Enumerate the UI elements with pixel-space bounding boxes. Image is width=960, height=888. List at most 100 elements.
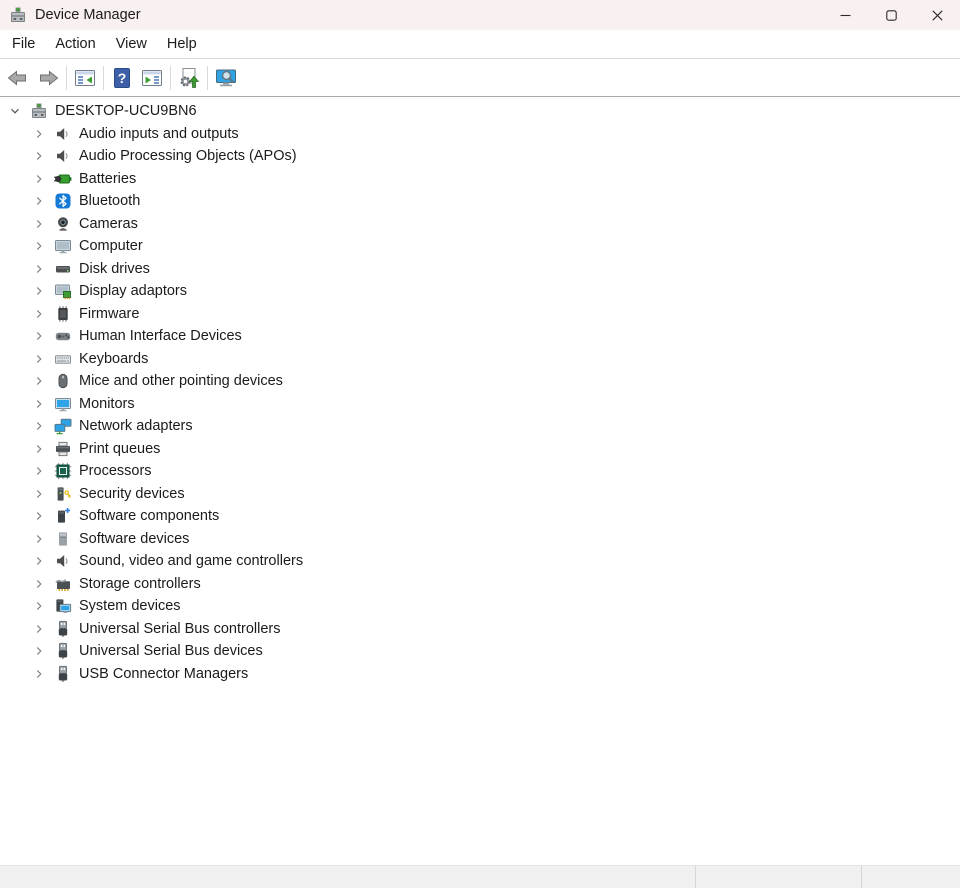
tree-item[interactable]: Storage controllers — [0, 573, 960, 596]
chevron-right-icon[interactable] — [31, 126, 47, 142]
tree-item[interactable]: Software devices — [0, 528, 960, 551]
tree-item[interactable]: Print queues — [0, 438, 960, 461]
chevron-right-icon[interactable] — [31, 666, 47, 682]
update-driver-button[interactable] — [174, 64, 204, 92]
chevron-right-icon[interactable] — [31, 148, 47, 164]
tree-item-label: Sound, video and game controllers — [79, 553, 303, 569]
chevron-right-icon[interactable] — [31, 373, 47, 389]
chevron-right-icon[interactable] — [31, 351, 47, 367]
tree-item[interactable]: System devices — [0, 595, 960, 618]
tree-item[interactable]: Audio Processing Objects (APOs) — [0, 145, 960, 168]
minimize-button[interactable] — [822, 0, 868, 30]
tree-item[interactable]: Mice and other pointing devices — [0, 370, 960, 393]
tree-item[interactable]: Firmware — [0, 303, 960, 326]
chevron-right-icon[interactable] — [31, 171, 47, 187]
tree-item-label: Audio Processing Objects (APOs) — [79, 148, 297, 164]
chevron-right-icon[interactable] — [31, 396, 47, 412]
chevron-right-icon[interactable] — [31, 441, 47, 457]
show-hide-console-tree-icon — [73, 66, 97, 90]
chevron-right-icon[interactable] — [31, 418, 47, 434]
chevron-right-icon[interactable] — [31, 486, 47, 502]
menu-view[interactable]: View — [106, 32, 157, 56]
chevron-down-icon[interactable] — [7, 103, 23, 119]
menu-action[interactable]: Action — [45, 32, 105, 56]
software-device-icon — [54, 530, 72, 548]
tree-item[interactable]: Network adapters — [0, 415, 960, 438]
tree-item[interactable]: Computer — [0, 235, 960, 258]
close-button[interactable] — [914, 0, 960, 30]
show-hide-action-pane-button[interactable] — [137, 64, 167, 92]
tree-item-label: Security devices — [79, 486, 185, 502]
window-title: Device Manager — [35, 7, 141, 23]
tree-item[interactable]: Display adaptors — [0, 280, 960, 303]
chevron-right-icon[interactable] — [31, 306, 47, 322]
chevron-right-icon[interactable] — [31, 261, 47, 277]
chevron-right-icon[interactable] — [31, 508, 47, 524]
scan-hardware-changes-button[interactable] — [211, 64, 241, 92]
back-button[interactable] — [3, 64, 33, 92]
tree-item[interactable]: Universal Serial Bus controllers — [0, 618, 960, 641]
status-bar — [0, 865, 960, 888]
tree-item-label: Bluetooth — [79, 193, 140, 209]
scan-hardware-changes-icon — [214, 66, 238, 90]
tree-item[interactable]: Processors — [0, 460, 960, 483]
usb-plug-icon — [54, 620, 72, 638]
tree-item[interactable]: Keyboards — [0, 348, 960, 371]
printer-icon — [54, 440, 72, 458]
tree-item[interactable]: Software components — [0, 505, 960, 528]
forward-button[interactable] — [33, 64, 63, 92]
tree-item[interactable]: Monitors — [0, 393, 960, 416]
speaker-icon — [54, 552, 72, 570]
tree-item[interactable]: USB Connector Managers — [0, 663, 960, 686]
camera-icon — [54, 215, 72, 233]
chevron-right-icon[interactable] — [31, 531, 47, 547]
maximize-icon — [886, 10, 897, 21]
tree-item-label: Processors — [79, 463, 152, 479]
chevron-right-icon[interactable] — [31, 238, 47, 254]
tree-item[interactable]: Cameras — [0, 213, 960, 236]
tree-item[interactable]: Audio inputs and outputs — [0, 123, 960, 146]
tree-root-item[interactable]: DESKTOP-UCU9BN6 — [0, 100, 960, 123]
show-hide-console-tree-button[interactable] — [70, 64, 100, 92]
help-icon: ? — [110, 66, 134, 90]
firmware-chip-icon — [54, 305, 72, 323]
tree-item-label: Print queues — [79, 441, 160, 457]
status-bar-separator — [861, 866, 862, 888]
chevron-right-icon[interactable] — [31, 283, 47, 299]
tree-item-label: Firmware — [79, 306, 139, 322]
storage-controller-icon — [54, 575, 72, 593]
tree-item[interactable]: Human Interface Devices — [0, 325, 960, 348]
chevron-right-icon[interactable] — [31, 328, 47, 344]
tree-item-label: Display adaptors — [79, 283, 187, 299]
chevron-right-icon[interactable] — [31, 463, 47, 479]
chevron-right-icon[interactable] — [31, 643, 47, 659]
chevron-right-icon[interactable] — [31, 598, 47, 614]
tree-item-label: Universal Serial Bus controllers — [79, 621, 280, 637]
tree-item[interactable]: Sound, video and game controllers — [0, 550, 960, 573]
chevron-right-icon[interactable] — [31, 576, 47, 592]
tree-item[interactable]: Bluetooth — [0, 190, 960, 213]
tree-item[interactable]: Universal Serial Bus devices — [0, 640, 960, 663]
menu-help[interactable]: Help — [157, 32, 207, 56]
tree-item[interactable]: Security devices — [0, 483, 960, 506]
tree-item[interactable]: Disk drives — [0, 258, 960, 281]
menu-file[interactable]: File — [2, 32, 45, 56]
tree-item-label: Network adapters — [79, 418, 193, 434]
tree-item-label: Mice and other pointing devices — [79, 373, 283, 389]
close-icon — [932, 10, 943, 21]
help-button[interactable]: ? — [107, 64, 137, 92]
maximize-button[interactable] — [868, 0, 914, 30]
chevron-right-icon[interactable] — [31, 216, 47, 232]
chevron-right-icon[interactable] — [31, 193, 47, 209]
toolbar-separator — [170, 66, 171, 90]
software-component-icon — [54, 507, 72, 525]
chevron-right-icon[interactable] — [31, 621, 47, 637]
chevron-right-icon[interactable] — [31, 553, 47, 569]
network-adapter-icon — [54, 417, 72, 435]
system-device-icon — [54, 597, 72, 615]
speaker-icon — [54, 125, 72, 143]
back-icon — [6, 66, 30, 90]
device-manager-window: Device Manager File Action View Hel — [0, 0, 960, 888]
tree-item[interactable]: Batteries — [0, 168, 960, 191]
gamepad-icon — [54, 327, 72, 345]
